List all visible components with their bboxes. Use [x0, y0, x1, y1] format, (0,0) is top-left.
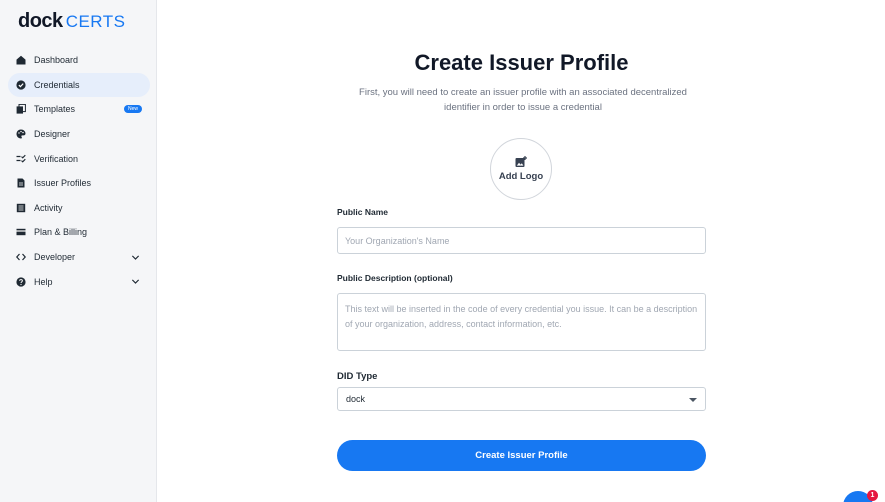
help-icon — [16, 277, 26, 287]
public-description-input[interactable] — [337, 293, 706, 351]
sidebar-item-help[interactable]: Help — [8, 269, 150, 294]
sidebar-item-label: Templates — [34, 104, 76, 115]
code-icon — [16, 252, 26, 262]
copy-icon — [16, 104, 26, 115]
sidebar-item-activity[interactable]: Activity — [8, 196, 150, 221]
home-icon — [16, 55, 26, 65]
main-content: Create Issuer Profile First, you will ne… — [158, 0, 885, 502]
public-description-label: Public Description (optional) — [337, 273, 453, 283]
dock-certs-logo[interactable]: dock CERTS — [18, 10, 126, 33]
sidebar-item-label: Activity — [34, 202, 63, 213]
sidebar-item-templates[interactable]: Templates New — [8, 97, 150, 122]
sidebar-item-label: Plan & Billing — [34, 227, 88, 238]
caret-down-icon — [689, 398, 697, 402]
page-title: Create Issuer Profile — [414, 50, 629, 75]
add-image-icon — [515, 156, 527, 167]
sidebar-item-plan-billing[interactable]: Plan & Billing — [8, 220, 150, 245]
verified-check-icon — [16, 80, 26, 90]
sidebar-item-label: Issuer Profiles — [34, 178, 92, 189]
public-name-label: Public Name — [337, 207, 389, 217]
sidebar-item-issuer-profiles[interactable]: Issuer Profiles — [8, 171, 150, 196]
chevron-down-icon[interactable] — [131, 253, 140, 262]
sidebar-item-label: Credentials — [34, 79, 80, 90]
sidebar-item-designer[interactable]: Designer — [8, 122, 150, 147]
sidebar-item-verification[interactable]: Verification — [8, 146, 150, 171]
sidebar-item-label: Dashboard — [34, 55, 79, 66]
sidebar-item-dashboard[interactable]: Dashboard — [8, 48, 150, 73]
list-icon — [16, 203, 26, 213]
new-badge: New — [123, 105, 142, 114]
did-type-value: dock — [346, 394, 366, 404]
sidebar-item-label: Designer — [34, 129, 71, 140]
sidebar: dock CERTS Dashboard Credentials Templat… — [0, 0, 157, 502]
checklist-icon — [16, 154, 26, 164]
sidebar-item-label: Help — [34, 276, 53, 287]
sidebar-item-developer[interactable]: Developer — [8, 245, 150, 270]
public-name-input[interactable] — [337, 227, 706, 254]
sidebar-nav: Dashboard Credentials Templates New Desi… — [8, 48, 150, 294]
palette-icon — [16, 129, 26, 139]
sidebar-item-label: Developer — [34, 252, 76, 263]
chat-notification-badge: 1 — [867, 490, 878, 501]
add-logo-button[interactable]: Add Logo — [490, 138, 552, 200]
sidebar-item-credentials[interactable]: Credentials — [8, 72, 150, 98]
logo-certs-text: CERTS — [65, 12, 126, 31]
chevron-down-icon[interactable] — [131, 277, 140, 286]
add-logo-label: Add Logo — [498, 171, 544, 182]
page-subtitle: First, you will need to create an issuer… — [359, 87, 687, 113]
logo-dock-text: dock — [18, 10, 63, 32]
sidebar-item-label: Verification — [34, 153, 79, 164]
did-type-select[interactable]: dock — [337, 387, 706, 411]
credit-card-icon — [16, 227, 26, 237]
document-icon — [16, 178, 26, 188]
create-issuer-profile-button[interactable]: Create Issuer Profile — [337, 440, 706, 471]
did-type-label: DID Type — [337, 371, 378, 382]
